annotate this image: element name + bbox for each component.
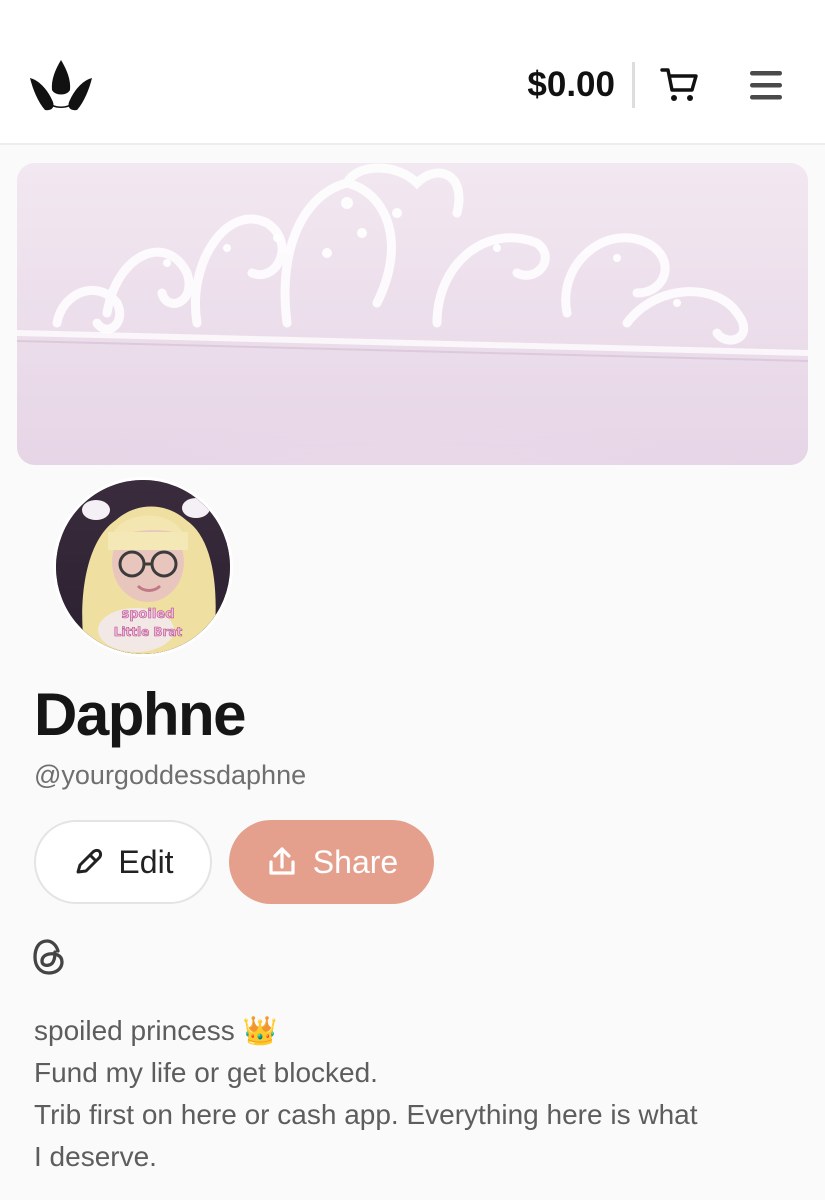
svg-text:spoiled: spoiled: [121, 607, 174, 622]
shopping-cart-icon[interactable]: [660, 66, 698, 104]
bio-line: spoiled princess 👑: [34, 1015, 278, 1046]
bio-line: I deserve.: [34, 1141, 157, 1172]
crown-logo-icon[interactable]: [28, 58, 94, 112]
share-profile-button[interactable]: Share: [229, 820, 434, 904]
share-upload-icon: [269, 847, 295, 875]
profile-banner-image: [17, 163, 808, 465]
profile-name: Daphne: [34, 681, 247, 748]
bio-line: Fund my life or get blocked.: [34, 1057, 378, 1088]
header-divider: [632, 62, 635, 108]
pencil-icon: [76, 848, 103, 874]
threads-icon[interactable]: [31, 938, 67, 976]
profile-handle: @yourgoddessdaphne: [34, 760, 307, 790]
hamburger-menu-icon[interactable]: [748, 68, 784, 102]
edit-button-label: Edit: [118, 843, 174, 880]
profile-avatar[interactable]: spoiled Little Brat: [53, 477, 233, 657]
top-navigation-bar: $0.00: [0, 0, 825, 145]
share-button-label: Share: [312, 843, 399, 880]
bio-line: Trib first on here or cash app. Everythi…: [34, 1099, 698, 1130]
profile-bio: spoiled princess 👑 Fund my life or get b…: [34, 1010, 804, 1178]
edit-profile-button[interactable]: Edit: [34, 820, 212, 904]
svg-text:Little Brat: Little Brat: [114, 625, 183, 639]
cart-total: $0.00: [527, 65, 615, 104]
